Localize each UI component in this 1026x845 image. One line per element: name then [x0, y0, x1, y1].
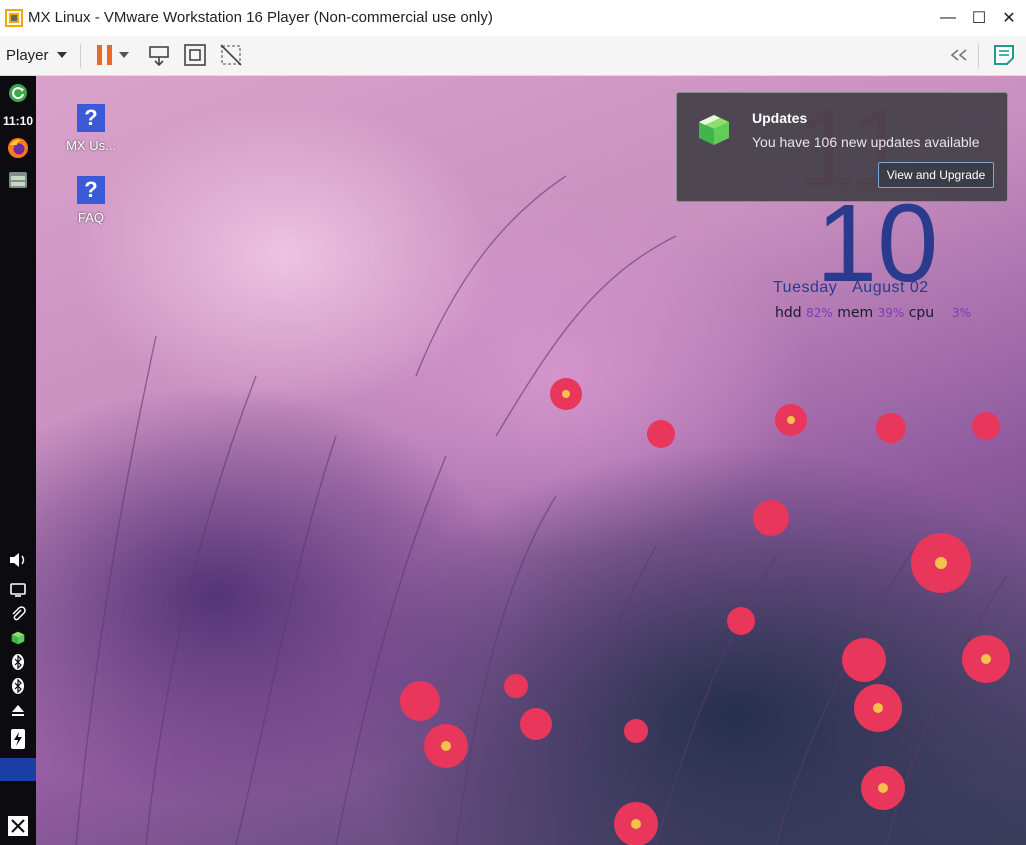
conky-hdd-label: hdd — [775, 305, 802, 321]
conky-date: August 02 — [852, 279, 929, 296]
bluetooth-button[interactable] — [0, 676, 36, 696]
pause-icon — [97, 45, 112, 65]
volume-icon — [10, 553, 25, 567]
collapse-toolbar-button[interactable] — [946, 42, 972, 68]
close-icon: ✕ — [1002, 10, 1016, 27]
conky-hdd-value: 82% — [806, 306, 833, 320]
pause-button[interactable] — [92, 42, 118, 68]
bluetooth-icon — [12, 654, 24, 670]
mx-logo-icon — [8, 816, 28, 836]
fullscreen-button[interactable] — [182, 42, 208, 68]
mx-panel: 11:10 — [0, 76, 36, 845]
firefox-launcher[interactable] — [0, 136, 36, 160]
active-window-indicator[interactable] — [0, 758, 36, 781]
close-button[interactable]: ✕ — [994, 6, 1024, 30]
toolbar-divider — [80, 44, 81, 68]
eject-icon — [12, 705, 24, 716]
notification-body: You have 106 new updates available — [752, 134, 980, 150]
help-icon: ? — [77, 176, 105, 204]
notes-button[interactable] — [991, 42, 1017, 68]
notes-icon — [994, 45, 1014, 65]
unity-icon — [220, 44, 242, 66]
help-icon: ? — [77, 104, 105, 132]
file-manager-launcher[interactable] — [0, 168, 36, 192]
window-title: MX Linux - VMware Workstation 16 Player … — [28, 9, 493, 26]
bluetooth-button[interactable] — [0, 652, 36, 672]
vmware-icon — [5, 9, 23, 27]
conky-date-line: Tuesday August 02 — [773, 279, 929, 297]
player-menu[interactable]: Player — [6, 42, 67, 68]
conky-mem-label: mem — [837, 305, 874, 321]
desktop-icon-faq[interactable]: ? FAQ — [56, 176, 126, 225]
conky-day: Tuesday — [773, 279, 838, 296]
power-button[interactable] — [0, 726, 36, 752]
notification-title: Updates — [752, 110, 808, 126]
desktop-icon-label: FAQ — [77, 210, 104, 225]
conky-mem-value: 39% — [877, 306, 905, 320]
clipboard-button[interactable] — [0, 604, 36, 624]
minimize-icon: — — [940, 9, 956, 26]
updates-notification[interactable]: Updates You have 106 new updates availab… — [676, 92, 1008, 202]
updater-tray-button[interactable] — [0, 628, 36, 648]
send-ctrl-alt-del-icon — [149, 46, 169, 66]
update-icon — [9, 84, 27, 102]
updater-button[interactable] — [0, 82, 36, 104]
send-ctrl-alt-del-button[interactable] — [146, 42, 172, 68]
player-menu-label: Player — [6, 46, 49, 64]
eject-button[interactable] — [0, 700, 36, 720]
toolbar-divider — [978, 44, 979, 68]
desktop-wallpaper: 11 10 Tuesday August 02 hdd 82% mem 39% … — [36, 76, 1026, 845]
power-dropdown-button[interactable] — [116, 42, 132, 68]
maximize-icon: ☐ — [971, 10, 987, 27]
firefox-icon — [8, 138, 28, 158]
fullscreen-icon — [184, 44, 206, 66]
conky-stats: hdd 82% mem 39% cpu 3% — [775, 305, 971, 321]
display-icon — [10, 583, 26, 597]
bluetooth-icon — [12, 678, 24, 694]
collapse-icon — [950, 49, 967, 61]
minimize-button[interactable]: — — [933, 6, 963, 30]
conky-cpu-label: cpu — [908, 305, 935, 321]
package-icon — [11, 631, 25, 645]
desktop-icon-label: MX Us... — [66, 138, 116, 153]
dropdown-icon — [119, 52, 129, 58]
power-icon — [11, 729, 25, 749]
mx-menu-button[interactable] — [0, 814, 36, 838]
volume-button[interactable] — [0, 550, 36, 570]
desktop-icon-mx-user-manual[interactable]: ? MX Us... — [56, 104, 126, 153]
files-icon — [9, 172, 27, 188]
conky-cpu-value: 3% — [951, 306, 972, 320]
view-and-upgrade-button[interactable]: View and Upgrade — [878, 162, 994, 188]
package-icon — [699, 115, 729, 145]
maximize-button[interactable]: ☐ — [964, 6, 994, 30]
vmware-toolbar: Player — [0, 36, 1026, 76]
title-bar: MX Linux - VMware Workstation 16 Player … — [0, 0, 1026, 37]
chevron-down-icon — [56, 52, 67, 58]
unity-button[interactable] — [218, 42, 244, 68]
clipboard-icon — [12, 606, 26, 621]
vm-display[interactable]: 11 10 Tuesday August 02 hdd 82% mem 39% … — [0, 76, 1026, 845]
display-button[interactable] — [0, 580, 36, 600]
panel-clock[interactable]: 11:10 — [0, 112, 36, 130]
